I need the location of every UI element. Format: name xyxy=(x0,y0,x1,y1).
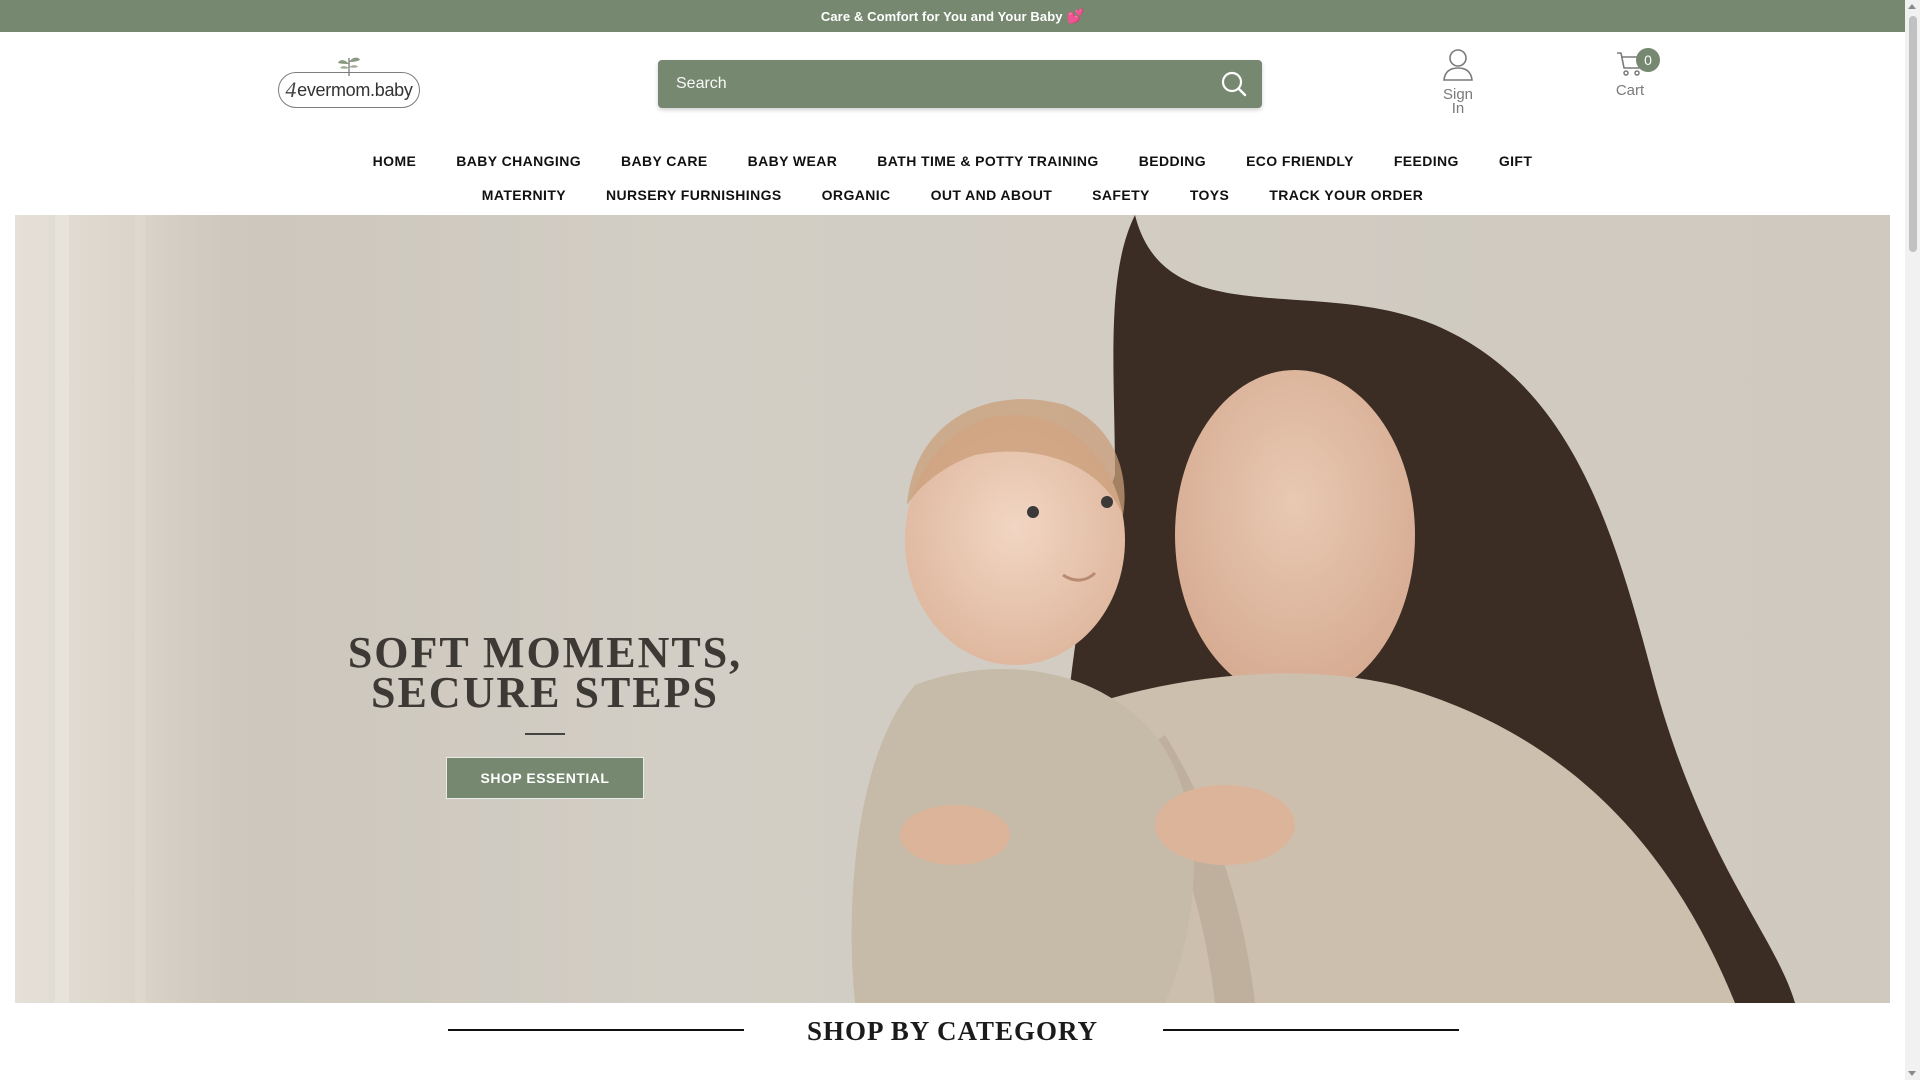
nav-item-track-order[interactable]: TRACK YOUR ORDER xyxy=(1249,187,1443,203)
nav-item-maternity[interactable]: MATERNITY xyxy=(462,187,586,203)
scroll-down-arrow-icon[interactable] xyxy=(1908,1071,1916,1076)
nav-item-nursery-furnishings[interactable]: NURSERY FURNISHINGS xyxy=(586,187,802,203)
nav-item-baby-wear[interactable]: BABY WEAR xyxy=(728,153,858,169)
search-button[interactable] xyxy=(1206,60,1262,108)
nav-item-organic[interactable]: ORGANIC xyxy=(802,187,911,203)
nav-item-gift[interactable]: GIFT xyxy=(1479,153,1552,169)
nav-item-safety[interactable]: SAFETY xyxy=(1072,187,1170,203)
nav-item-baby-care[interactable]: BABY CARE xyxy=(601,153,728,169)
search-input[interactable] xyxy=(658,60,1206,108)
search-icon xyxy=(1221,71,1247,97)
scroll-thumb[interactable] xyxy=(1909,16,1917,252)
nav-item-home[interactable]: HOME xyxy=(353,153,437,169)
nav-item-toys[interactable]: TOYS xyxy=(1170,187,1249,203)
logo-prefix: 4 xyxy=(285,77,297,102)
nav-row-secondary: MATERNITY NURSERY FURNISHINGS ORGANIC OU… xyxy=(0,178,1905,212)
hero-divider xyxy=(525,733,565,735)
hero-title-line-2: SECURE STEPS xyxy=(370,668,719,717)
cart-link[interactable]: 0 Cart xyxy=(1598,48,1662,99)
hero-banner: SOFT MOMENTS, SECURE STEPS SHOP ESSENTIA… xyxy=(15,215,1890,1003)
site-logo[interactable]: 4 evermom.baby xyxy=(278,54,420,110)
hero-content: SOFT MOMENTS, SECURE STEPS SHOP ESSENTIA… xyxy=(345,628,745,799)
page-scrollbar[interactable] xyxy=(1905,0,1920,1080)
nav-item-eco-friendly[interactable]: ECO FRIENDLY xyxy=(1226,153,1374,169)
user-icon xyxy=(1443,49,1473,81)
section-divider-right xyxy=(1163,1029,1459,1031)
site-header: 4evermom.baby Sign In 0 Cart HOME BA xyxy=(0,32,1905,214)
cart-label: Cart xyxy=(1615,82,1645,99)
nav-item-baby-changing[interactable]: BABY CHANGING xyxy=(436,153,601,169)
nav-item-feeding[interactable]: FEEDING xyxy=(1374,153,1479,169)
logo-wordmark: 4 evermom.baby xyxy=(278,72,420,108)
section-title: SHOP BY CATEGORY xyxy=(806,1016,1099,1046)
main-navigation: HOME BABY CHANGING BABY CARE BABY WEAR B… xyxy=(0,144,1905,212)
hero-title: SOFT MOMENTS, SECURE STEPS xyxy=(345,628,745,717)
nav-item-out-and-about[interactable]: OUT AND ABOUT xyxy=(911,187,1073,203)
shop-by-category-header: SHOP BY CATEGORY xyxy=(0,1004,1905,1080)
scroll-up-arrow-icon[interactable] xyxy=(1908,4,1916,9)
announcement-text: Care & Comfort for You and Your Baby xyxy=(820,8,1063,24)
nav-item-bath-time[interactable]: BATH TIME & POTTY TRAINING xyxy=(857,153,1118,169)
announcement-bar: Care & Comfort for You and Your Baby 💕 xyxy=(0,0,1905,32)
search-bar xyxy=(658,60,1262,108)
nav-row-primary: HOME BABY CHANGING BABY CARE BABY WEAR B… xyxy=(0,144,1905,178)
shop-essential-button[interactable]: SHOP ESSENTIAL xyxy=(445,757,645,799)
hero-image xyxy=(15,215,1890,1003)
heart-icon: 💕 xyxy=(1066,7,1085,24)
cart-count-badge: 0 xyxy=(1636,48,1660,72)
sign-in-link[interactable]: Sign In xyxy=(1436,48,1480,116)
logo-text: evermom.baby xyxy=(297,79,413,100)
nav-item-bedding[interactable]: BEDDING xyxy=(1119,153,1226,169)
hero-title-line-1: SOFT MOMENTS, xyxy=(347,628,743,677)
sign-in-label: Sign In xyxy=(1442,86,1474,117)
